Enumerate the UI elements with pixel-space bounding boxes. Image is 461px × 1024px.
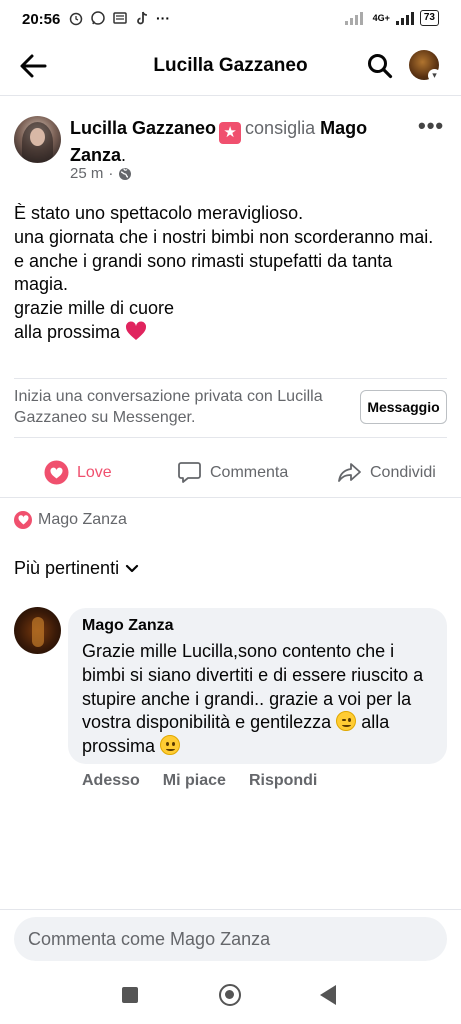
comment-icon <box>178 462 201 483</box>
post-target-suffix: . <box>121 145 127 165</box>
system-nav-bar <box>0 970 461 1024</box>
divider <box>0 909 461 910</box>
divider <box>0 497 461 498</box>
comment-sort-dropdown[interactable]: Più pertinenti <box>14 558 139 579</box>
globe-icon <box>119 167 132 180</box>
status-system-icons: 4G+ 73 <box>344 10 439 26</box>
comment-label: Commenta <box>210 463 289 481</box>
share-button[interactable]: Condividi <box>337 460 436 485</box>
post-author-avatar[interactable] <box>14 116 61 163</box>
search-icon[interactable] <box>366 52 394 80</box>
status-bar: 20:56 ··· 4G+ 73 <box>0 0 461 40</box>
comment-input[interactable]: Commenta come Mago Zanza <box>14 917 447 961</box>
signal-icon <box>395 12 414 25</box>
chevron-down-icon <box>125 564 139 572</box>
comment-author-avatar[interactable] <box>14 607 61 654</box>
recommend-badge-icon: ★ <box>219 122 242 144</box>
sort-label: Più pertinenti <box>14 558 120 578</box>
more-notifications: ··· <box>156 10 170 26</box>
post-line: grazie mille di cuore <box>14 298 175 319</box>
network-type: 4G+ <box>372 13 390 23</box>
red-heart-icon <box>126 321 147 340</box>
signal-icon <box>344 12 363 25</box>
meta-separator: · <box>108 165 114 182</box>
love-reaction-icon <box>44 460 69 485</box>
chevron-down-icon: ▾ <box>428 69 441 82</box>
comment-time[interactable]: Adesso <box>82 772 140 790</box>
post-line: È stato uno spettacolo meraviglioso. <box>14 203 304 223</box>
comment-like-button[interactable]: Mi piace <box>163 772 226 790</box>
comment-text: Grazie mille Lucilla,sono contento che i… <box>82 640 437 759</box>
tiktok-icon <box>137 11 148 25</box>
post-verb: consiglia <box>245 118 316 138</box>
share-label: Condividi <box>370 463 436 481</box>
comment-author-name[interactable]: Mago Zanza <box>82 617 174 635</box>
comment-reply-button[interactable]: Rispondi <box>249 772 317 790</box>
status-time: 20:56 <box>22 11 61 28</box>
divider <box>14 437 447 438</box>
profile-avatar[interactable]: ▾ <box>409 50 441 82</box>
post-author-name[interactable]: Lucilla Gazzaneo <box>70 118 216 138</box>
post-meta: 25 m · <box>70 165 132 182</box>
love-button[interactable]: Love <box>44 460 112 485</box>
comment-button[interactable]: Commenta <box>177 460 288 485</box>
post-line-last: alla prossima <box>14 321 446 345</box>
message-button[interactable]: Messaggio <box>360 390 447 424</box>
reaction-summary[interactable]: Mago Zanza <box>14 511 127 529</box>
reaction-by: Mago Zanza <box>38 511 127 528</box>
divider <box>14 378 447 379</box>
whatsapp-icon <box>91 11 105 25</box>
home-icon[interactable] <box>219 984 241 1006</box>
share-icon <box>338 463 361 482</box>
love-reaction-icon <box>14 511 32 529</box>
love-label: Love <box>77 463 112 481</box>
header: Lucilla Gazzaneo ▾ <box>0 40 461 92</box>
winking-face-icon <box>336 711 357 732</box>
comment-meta: Adesso Mi piace Rispondi <box>82 772 340 790</box>
battery-icon: 73 <box>419 10 439 26</box>
post-line: una giornata che i nostri bimbi non scor… <box>14 226 434 247</box>
post-time[interactable]: 25 m <box>70 165 103 182</box>
news-icon <box>113 12 127 24</box>
header-divider <box>0 95 461 96</box>
post-actions: Love Commenta Condividi <box>0 450 461 496</box>
more-options-icon[interactable]: ••• <box>418 115 444 137</box>
status-notification-icons: ··· <box>68 10 170 26</box>
smiling-face-icon <box>160 735 181 756</box>
messenger-prompt: Inizia una conversazione privata con Luc… <box>14 388 323 426</box>
alarm-icon <box>69 12 83 26</box>
post-body: È stato uno spettacolo meraviglioso. una… <box>14 202 446 345</box>
post-line: e anche i grandi sono rimasti stupefatti… <box>14 250 398 295</box>
recents-icon[interactable] <box>122 987 138 1003</box>
post-line: alla prossima <box>14 321 121 342</box>
post-header: Lucilla Gazzaneo ★ consiglia Mago Zanza. <box>70 117 410 167</box>
back-icon[interactable] <box>320 985 336 1005</box>
